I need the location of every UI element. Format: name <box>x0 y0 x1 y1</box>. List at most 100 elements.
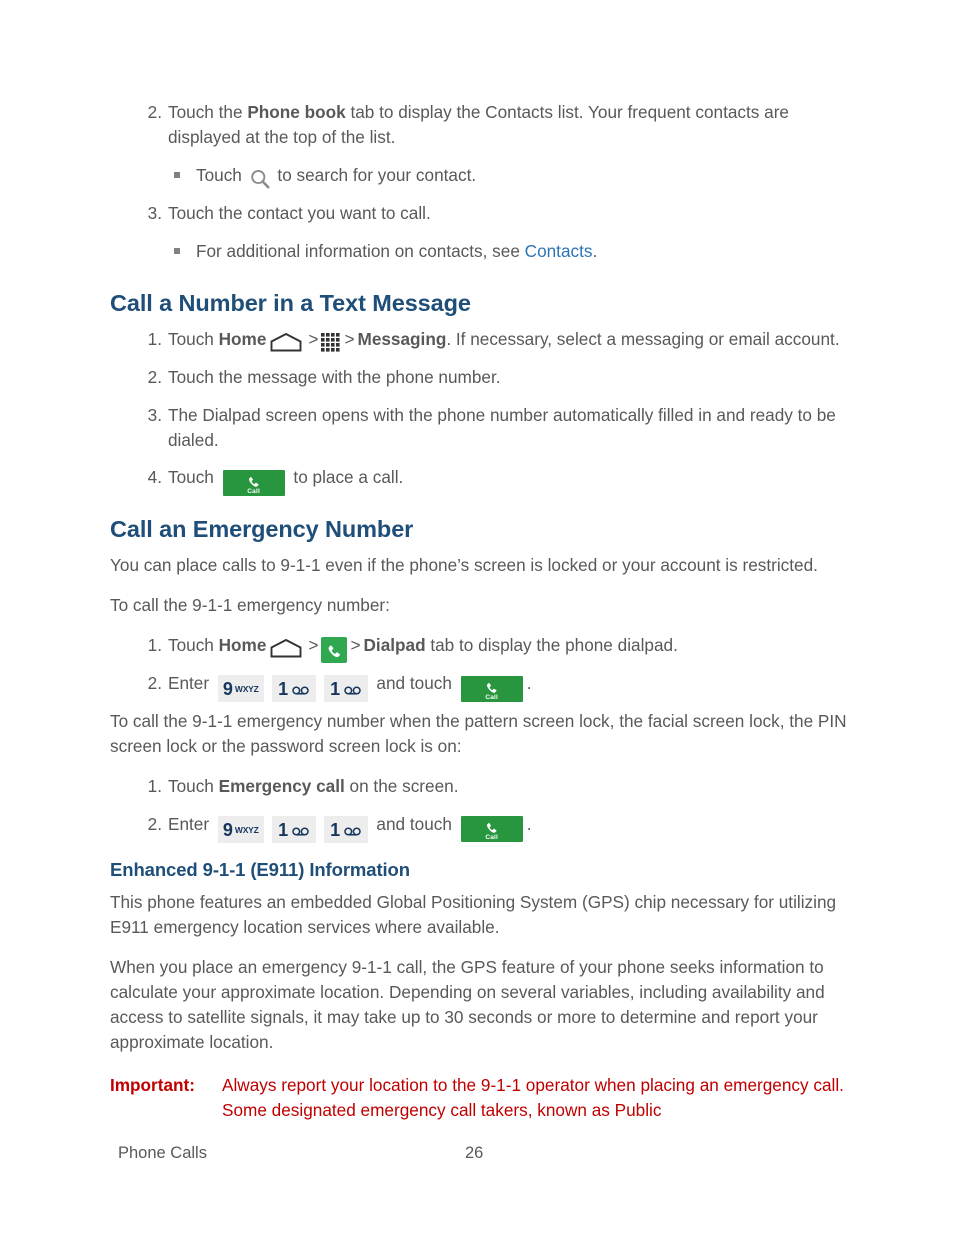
e911-paragraph-2: When you place an emergency 9-1-1 call, … <box>110 957 825 1052</box>
step-text: Touch the message with the phone number. <box>168 366 501 387</box>
search-bullet-list: Touch to search for your contact. <box>110 163 850 190</box>
step-text-suffix: to place a call. <box>288 467 404 488</box>
separator-gt: > <box>308 328 319 349</box>
step-bold-term: Phone book <box>247 102 346 122</box>
list-item: 2. Enter 9 WXYZ 1 1 and touch Call . <box>110 671 850 703</box>
contacts-bullet-list: For additional information on contacts, … <box>110 239 850 264</box>
step-text-suffix: tab to display the phone dialpad. <box>425 635 678 656</box>
step-text-suffix: . <box>526 673 532 694</box>
call-button[interactable]: Call <box>222 469 285 496</box>
call-button-label: Call <box>485 693 499 701</box>
list-number: 2. <box>147 102 162 122</box>
heading-enhanced-e911: Enhanced 9-1-1 (E911) Information <box>110 858 410 880</box>
dialpad-key-9[interactable]: 9 WXYZ <box>217 815 264 843</box>
footer-page-number: 26 <box>465 1144 484 1162</box>
dialpad-key-1-second[interactable]: 1 <box>323 815 368 844</box>
home-icon <box>269 638 303 658</box>
step-text-mid: and touch <box>371 673 457 694</box>
emergency-lock-lead-in: To call the 9-1-1 emergency number when … <box>110 711 847 757</box>
key-digit: 1 <box>278 679 289 700</box>
step-text-prefix: Touch <box>168 776 219 797</box>
list-item: 2. Enter 9 WXYZ 1 1 and touch Call . <box>110 812 850 843</box>
bullet-text-prefix: For additional information on contacts, … <box>196 240 525 261</box>
list-number: 2. <box>147 813 162 834</box>
page-content: 2. Touch the Phone book tab to display th… <box>110 100 850 1123</box>
list-number: 4. <box>147 467 162 488</box>
phone-app-icon[interactable] <box>321 637 348 664</box>
bullet-square <box>174 171 180 178</box>
list-item: For additional information on contacts, … <box>110 239 850 264</box>
step-text-prefix: Touch the <box>168 102 248 122</box>
search-icon <box>249 168 271 190</box>
heading-call-emergency-number: Call an Emergency Number <box>110 516 414 543</box>
bullet-square <box>174 247 180 254</box>
call-button[interactable]: Call <box>460 816 523 843</box>
voicemail-icon <box>292 817 309 844</box>
list-number: 3. <box>147 202 162 223</box>
key-digit: 1 <box>330 679 341 700</box>
key-digit: 1 <box>278 819 289 840</box>
key-digit: 9 <box>222 819 233 840</box>
list-item: 2. Touch the message with the phone numbe… <box>110 365 850 390</box>
emergency-lock-steps: 1. Touch Emergency call on the screen. 2.… <box>110 774 850 843</box>
step-text-suffix: . <box>526 813 532 834</box>
step-text: Touch the contact you want to call. <box>168 202 431 223</box>
list-item: 1. Touch Home > > Dialpad tab to display t… <box>110 633 850 664</box>
list-item: 1. Touch Emergency call on the screen. <box>110 774 850 799</box>
important-text: Always report your location to the 9-1-1… <box>222 1074 844 1120</box>
step-text-mid: and touch <box>371 813 457 834</box>
step-text-prefix: Touch <box>168 635 219 656</box>
key-letters: WXYZ <box>234 824 259 835</box>
key-digit: 9 <box>222 679 233 700</box>
emergency-steps: 1. Touch Home > > Dialpad tab to display t… <box>110 633 850 703</box>
step-bold-target: Emergency call <box>218 776 345 797</box>
home-icon <box>269 332 303 352</box>
step-text-prefix: Enter <box>168 673 214 694</box>
list-item: Touch to search for your contact. <box>110 163 850 190</box>
important-label: Important: <box>110 1074 195 1095</box>
call-button-label: Call <box>247 487 260 495</box>
bullet-text-suffix: . <box>592 240 598 261</box>
step-text-prefix: Enter <box>168 813 214 834</box>
list-number: 1. <box>147 776 162 797</box>
separator-gt: > <box>308 635 319 656</box>
emergency-lead-in: To call the 9-1-1 emergency number: <box>110 595 390 616</box>
list-item: 3. Touch the contact you want to call. <box>110 201 850 226</box>
list-number: 2. <box>147 366 162 387</box>
home-label: Home <box>218 635 267 656</box>
apps-grid-icon <box>320 332 342 354</box>
emergency-intro-paragraph: You can place calls to 9-1-1 even if the… <box>110 555 818 576</box>
home-label: Home <box>218 328 267 349</box>
list-item: 4. Touch Call to place a call. <box>110 465 850 496</box>
contacts-cross-reference-link[interactable]: Contacts <box>525 241 593 261</box>
dialpad-key-1[interactable]: 1 <box>271 815 316 844</box>
key-digit: 1 <box>330 819 341 840</box>
list-number: 2. <box>147 673 162 694</box>
voicemail-icon <box>292 676 309 703</box>
separator-gt-2: > <box>350 635 361 656</box>
document-page: 2. Touch the Phone book tab to display th… <box>0 0 954 1235</box>
list-number: 1. <box>147 328 162 349</box>
step-text-prefix: Touch <box>168 467 219 488</box>
call-button[interactable]: Call <box>460 675 523 702</box>
list-item: 3. The Dialpad screen opens with the phon… <box>110 403 850 453</box>
heading-call-number-text-message: Call a Number in a Text Message <box>110 289 471 316</box>
list-item: 2. Touch the Phone book tab to display th… <box>110 100 850 150</box>
dialpad-key-1[interactable]: 1 <box>271 675 316 703</box>
important-note: Important: Always report your location t… <box>110 1073 850 1123</box>
step-bold-target: Messaging <box>357 328 447 349</box>
separator-gt-2: > <box>344 328 355 349</box>
step-text-suffix: . If necessary, select a messaging or em… <box>446 328 840 349</box>
step-text-suffix: on the screen. <box>344 776 459 797</box>
bullet-text-suffix: to search for your contact. <box>272 164 477 185</box>
top-numbered-list: 2. Touch the Phone book tab to display th… <box>110 100 850 150</box>
dialpad-key-1-second[interactable]: 1 <box>323 675 368 703</box>
call-button-label: Call <box>485 834 499 842</box>
e911-paragraph-1: This phone features an embedded Global P… <box>110 892 837 938</box>
footer-section-title: Phone Calls <box>118 1144 207 1162</box>
step-text: The Dialpad screen opens with the phone … <box>168 404 836 450</box>
dialpad-key-9[interactable]: 9 WXYZ <box>217 675 264 703</box>
text-message-steps: 1. Touch Home > > Messaging. If necessary, <box>110 327 850 496</box>
voicemail-icon <box>344 817 361 844</box>
list-number: 1. <box>147 635 162 656</box>
